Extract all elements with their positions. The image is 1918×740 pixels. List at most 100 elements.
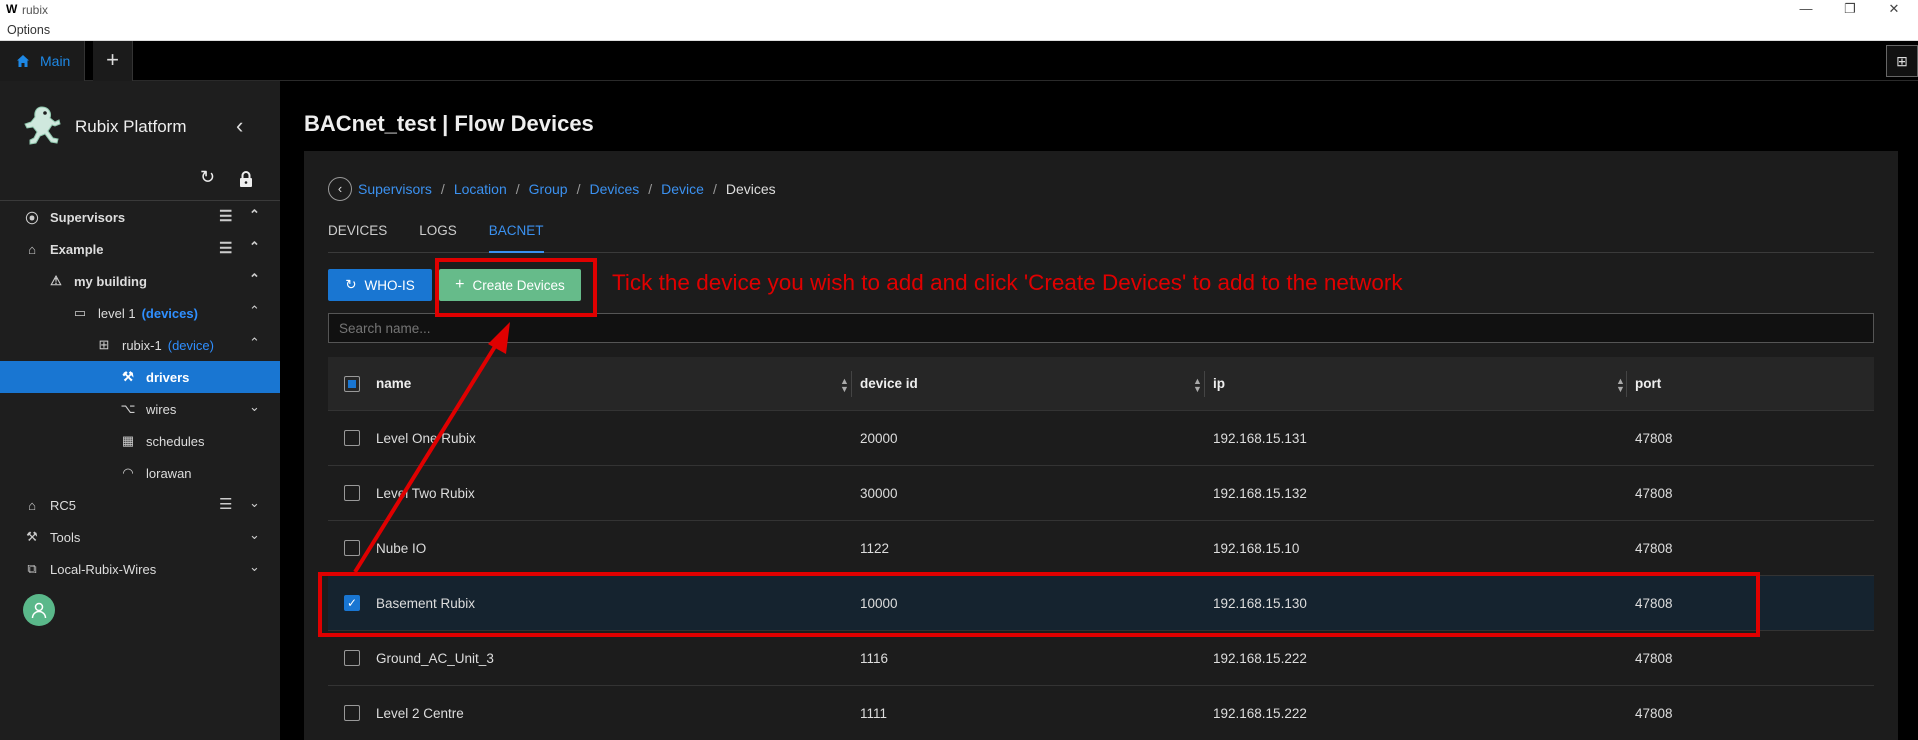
window-title: rubix (22, 3, 49, 17)
breadcrumb-group[interactable]: Group (529, 181, 568, 197)
sidebar-item-rubix-1[interactable]: ⊞ rubix-1 (device) ⌃ (0, 329, 280, 361)
sidebar: Rubix Platform ‹ ↻ ⦿ Supervisors ☰ ⌃ ⌂ E… (0, 81, 280, 740)
tab-devices[interactable]: DEVICES (328, 221, 387, 253)
breadcrumb-devices[interactable]: Devices (589, 181, 639, 197)
sidebar-item-drivers[interactable]: ⚒ drivers (0, 361, 280, 393)
sidebar-item-level-1[interactable]: ▭ level 1 (devices) ⌃ (0, 297, 280, 329)
cell-port: 47808 (1635, 430, 1673, 446)
sidebar-item-tag: (device) (167, 337, 214, 353)
sidebar-item-label: Tools (50, 529, 81, 545)
lock-icon[interactable] (239, 171, 253, 187)
row-checkbox[interactable] (344, 485, 360, 501)
breadcrumb-separator: / (648, 181, 653, 197)
who-is-button[interactable]: ↻ WHO-IS (328, 269, 432, 301)
options-menu[interactable]: Options (7, 23, 50, 37)
row-checkbox[interactable] (344, 705, 360, 721)
cell-name: Nube IO (376, 540, 427, 556)
sidebar-item-supervisors[interactable]: ⦿ Supervisors ☰ ⌃ (0, 201, 280, 233)
cell-ip: 192.168.15.10 (1213, 540, 1300, 556)
content-panel: ‹ Supervisors / Location / Group / Devic… (304, 151, 1898, 740)
chevron-down-icon[interactable]: ⌄ (249, 399, 260, 415)
table-row[interactable]: Nube IO 1122 192.168.15.10 47808 (328, 521, 1874, 576)
menu-bar: Options (0, 19, 1918, 41)
refresh-icon[interactable]: ↻ (200, 167, 215, 188)
sidebar-item-tools[interactable]: ⚒ Tools ⌄ (0, 521, 280, 553)
chevron-down-icon[interactable]: ⌄ (249, 495, 260, 511)
chevron-up-icon[interactable]: ⌃ (249, 239, 260, 255)
sidebar-item-label: lorawan (146, 465, 192, 481)
tab-main-label: Main (40, 53, 71, 69)
sort-icon[interactable]: ▲ ▼ (1193, 377, 1202, 394)
sidebar-item-lorawan[interactable]: ◠ lorawan (0, 457, 280, 489)
annotation-box-create-button (435, 258, 597, 317)
app-tab-bar: Main + ⊞ (0, 41, 1918, 81)
close-button[interactable]: ✕ (1874, 0, 1914, 19)
column-header-ip[interactable]: ip (1213, 376, 1225, 391)
column-header-port[interactable]: port (1635, 376, 1661, 391)
frog-logo-icon (24, 106, 61, 145)
cell-ip: 192.168.15.132 (1213, 485, 1307, 501)
wires-icon: ⌥ (120, 401, 136, 416)
sort-icon[interactable]: ▲ ▼ (840, 377, 849, 394)
sidebar-item-rc5[interactable]: ⌂ RC5 ☰ ⌄ (0, 489, 280, 521)
sidebar-item-label: my building (74, 273, 147, 289)
select-all-checkbox[interactable] (344, 375, 360, 392)
cell-ip: 192.168.15.222 (1213, 705, 1307, 721)
chevron-up-icon[interactable]: ⌃ (249, 335, 260, 351)
sidebar-item-schedules[interactable]: ▦ schedules (0, 425, 280, 457)
home-icon: ⌂ (28, 241, 36, 257)
sidebar-item-example[interactable]: ⌂ Example ☰ ⌃ (0, 233, 280, 265)
breadcrumb: ‹ Supervisors / Location / Group / Devic… (328, 177, 776, 201)
column-divider (1626, 371, 1627, 397)
table-row[interactable]: Ground_AC_Unit_3 1116 192.168.15.222 478… (328, 631, 1874, 686)
table-row[interactable]: Level 2 Centre 1111 192.168.15.222 47808 (328, 686, 1874, 740)
chevron-up-icon[interactable]: ⌃ (249, 303, 260, 319)
user-icon (31, 602, 47, 619)
add-tab-button[interactable]: + (93, 41, 133, 81)
breadcrumb-supervisors[interactable]: Supervisors (358, 181, 432, 197)
menu-icon[interactable]: ☰ (219, 495, 232, 513)
collapse-sidebar-icon[interactable]: ‹ (236, 113, 243, 139)
wrench-icon: ⚒ (122, 369, 134, 384)
breadcrumb-separator: / (515, 181, 520, 197)
chevron-up-icon[interactable]: ⌃ (249, 207, 260, 223)
restore-button[interactable]: ❐ (1830, 0, 1870, 19)
sidebar-item-my-building[interactable]: ⚠ my building ⌃ (0, 265, 280, 297)
column-header-name[interactable]: name (376, 376, 411, 391)
menu-icon[interactable]: ☰ (219, 207, 232, 225)
search-input[interactable] (328, 313, 1874, 343)
tab-bacnet[interactable]: BACNET (488, 221, 544, 253)
tab-main[interactable]: Main (0, 41, 85, 81)
sidebar-item-wires[interactable]: ⌥ wires ⌄ (0, 393, 280, 425)
tools-icon: ⚒ (26, 529, 38, 544)
main-content: BACnet_test | Flow Devices ‹ Supervisors… (280, 81, 1918, 740)
avatar[interactable] (23, 594, 55, 626)
row-checkbox[interactable] (344, 430, 360, 446)
sidebar-item-label: level 1 (98, 305, 136, 321)
column-header-device-id[interactable]: device id (860, 376, 918, 391)
breadcrumb-separator: / (712, 181, 717, 197)
breadcrumb-separator: / (440, 181, 445, 197)
table-row[interactable]: Level One Rubix 20000 192.168.15.131 478… (328, 411, 1874, 466)
menu-icon[interactable]: ☰ (219, 239, 232, 257)
cell-device-id: 1116 (860, 650, 889, 666)
sort-icon[interactable]: ▲ ▼ (1616, 377, 1625, 394)
chevron-down-icon[interactable]: ⌄ (249, 559, 260, 575)
cell-port: 47808 (1635, 650, 1673, 666)
refresh-icon: ↻ (345, 277, 357, 292)
cell-name: Level One Rubix (376, 430, 476, 446)
tab-logs[interactable]: LOGS (419, 221, 457, 253)
table-row[interactable]: Level Two Rubix 30000 192.168.15.132 478… (328, 466, 1874, 521)
chevron-up-icon[interactable]: ⌃ (249, 271, 260, 287)
row-checkbox[interactable] (344, 540, 360, 556)
back-icon[interactable]: ‹ (328, 177, 352, 201)
sidebar-item-local-rubix-wires[interactable]: ⧉ Local-Rubix-Wires ⌄ (0, 553, 280, 585)
breadcrumb-device[interactable]: Device (661, 181, 704, 197)
cell-ip: 192.168.15.222 (1213, 650, 1307, 666)
window-titlebar: W rubix — ❐ ✕ (0, 0, 1918, 19)
chevron-down-icon[interactable]: ⌄ (249, 527, 260, 543)
row-checkbox[interactable] (344, 650, 360, 666)
minimize-button[interactable]: — (1786, 0, 1826, 19)
breadcrumb-location[interactable]: Location (454, 181, 507, 197)
split-view-icon[interactable]: ⊞ (1886, 45, 1918, 77)
